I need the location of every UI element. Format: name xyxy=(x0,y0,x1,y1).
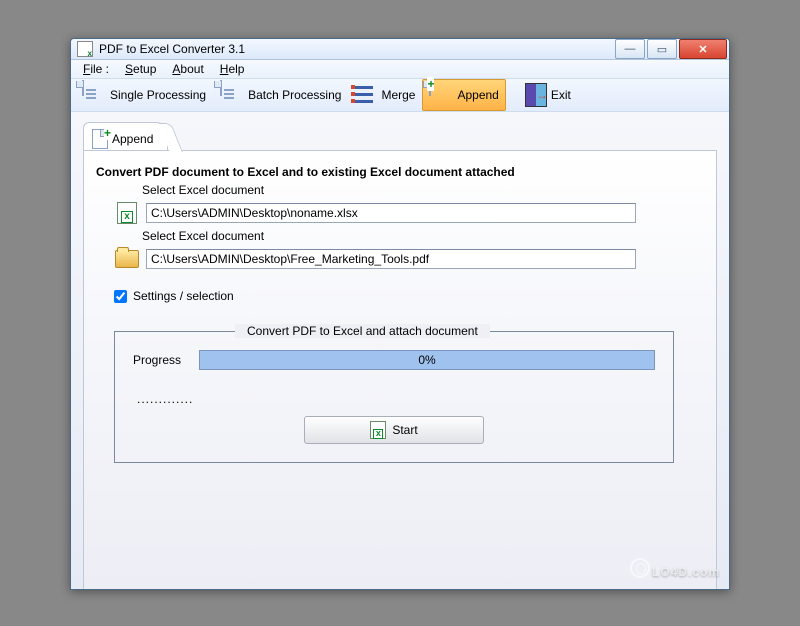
select-excel-label-2: Select Excel document xyxy=(142,229,704,243)
minimize-button[interactable]: — xyxy=(615,39,645,59)
titlebar[interactable]: PDF to Excel Converter 3.1 — ▭ ✕ xyxy=(71,39,729,60)
toolbar: Single Processing Batch Processing Merge… xyxy=(71,79,729,112)
tab-append[interactable]: Append xyxy=(83,122,168,150)
append-label: Append xyxy=(457,88,498,102)
browse-pdf-button[interactable] xyxy=(114,247,140,271)
single-processing-label: Single Processing xyxy=(110,88,206,102)
append-panel: Convert PDF document to Excel and to exi… xyxy=(83,150,717,590)
merge-button[interactable]: Merge xyxy=(348,79,422,111)
tab-label: Append xyxy=(112,132,153,146)
panel-heading: Convert PDF document to Excel and to exi… xyxy=(96,165,704,179)
progress-bar: 0% xyxy=(199,350,655,370)
maximize-button[interactable]: ▭ xyxy=(647,39,677,59)
exit-button[interactable]: Exit xyxy=(518,79,578,111)
app-window: PDF to Excel Converter 3.1 — ▭ ✕ File : … xyxy=(70,38,730,590)
progress-label: Progress xyxy=(133,353,181,367)
settings-checkbox[interactable] xyxy=(114,290,127,303)
batch-processing-icon xyxy=(220,80,222,96)
settings-label: Settings / selection xyxy=(133,289,234,303)
window-title: PDF to Excel Converter 3.1 xyxy=(99,42,615,56)
menu-help[interactable]: Help xyxy=(212,60,253,78)
start-icon xyxy=(370,421,386,439)
watermark: LO4D.com xyxy=(630,556,720,582)
merge-icon xyxy=(355,84,377,106)
exit-label: Exit xyxy=(551,88,571,102)
menu-file[interactable]: File : xyxy=(75,60,117,78)
browse-excel-button[interactable] xyxy=(114,201,140,225)
append-tab-icon xyxy=(92,129,108,149)
convert-fieldset: Convert PDF to Excel and attach document… xyxy=(114,331,674,463)
content-area: Append Convert PDF document to Excel and… xyxy=(71,112,729,590)
start-label: Start xyxy=(392,423,417,437)
window-controls: — ▭ ✕ xyxy=(615,39,727,59)
merge-label: Merge xyxy=(381,88,415,102)
menubar: File : Setup About Help xyxy=(71,60,729,79)
menu-setup[interactable]: Setup xyxy=(117,60,164,78)
menu-about[interactable]: About xyxy=(164,60,211,78)
app-icon xyxy=(77,41,93,57)
start-button[interactable]: Start xyxy=(304,416,484,444)
batch-processing-button[interactable]: Batch Processing xyxy=(213,79,348,111)
exit-icon xyxy=(525,83,547,107)
append-icon xyxy=(429,80,431,96)
fieldset-legend: Convert PDF to Excel and attach document xyxy=(235,324,490,338)
excel-path-input[interactable] xyxy=(146,203,636,223)
excel-icon xyxy=(117,202,137,224)
append-button[interactable]: Append xyxy=(422,79,505,111)
batch-processing-label: Batch Processing xyxy=(248,88,341,102)
single-processing-button[interactable]: Single Processing xyxy=(75,79,213,111)
folder-icon xyxy=(115,250,139,268)
globe-icon xyxy=(630,558,650,578)
progress-value: 0% xyxy=(418,353,435,367)
status-text: ............. xyxy=(137,392,655,406)
single-processing-icon xyxy=(82,80,84,96)
close-button[interactable]: ✕ xyxy=(679,39,727,59)
pdf-path-input[interactable] xyxy=(146,249,636,269)
select-excel-label-1: Select Excel document xyxy=(142,183,704,197)
